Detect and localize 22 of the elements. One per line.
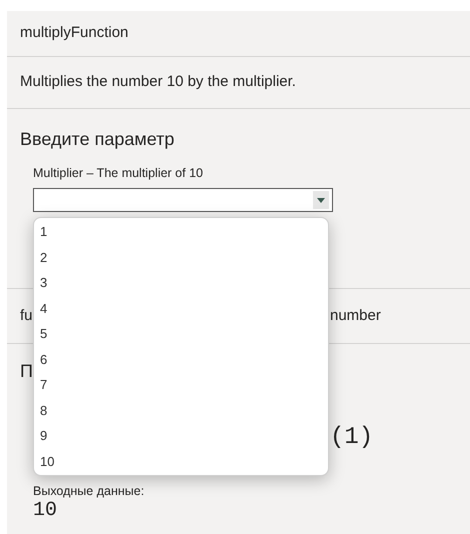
section-heading: П [20, 360, 33, 383]
dropdown-option[interactable]: 4 [34, 296, 328, 321]
section-heading: Введите параметр [20, 128, 174, 151]
dropdown-option[interactable]: 8 [34, 398, 328, 423]
dropdown-option[interactable]: 2 [34, 244, 328, 270]
dropdown-option[interactable]: 9 [34, 423, 328, 448]
dropdown-option[interactable]: 1 [34, 219, 328, 244]
dropdown-option[interactable]: 3 [34, 270, 328, 296]
function-row-text: number [330, 306, 381, 326]
field-label: Multiplier – The multiplier of 10 [33, 165, 203, 181]
multiplier-select[interactable] [33, 188, 333, 212]
dropdown-option[interactable]: 5 [34, 321, 328, 346]
function-call-code: (1) [330, 424, 374, 451]
dropdown-caret-icon [313, 191, 329, 209]
function-description: Multiplies the number 10 by the multiplier. [20, 72, 296, 92]
output-value: 10 [33, 500, 58, 522]
dropdown-option[interactable]: 6 [34, 346, 328, 372]
dropdown-option[interactable]: 7 [34, 372, 328, 398]
dropdown-option[interactable]: 10 [34, 448, 328, 474]
output-label: Выходные данные: [33, 483, 144, 499]
function-row-text: fu [20, 306, 33, 324]
function-title: multiplyFunction [20, 23, 128, 44]
